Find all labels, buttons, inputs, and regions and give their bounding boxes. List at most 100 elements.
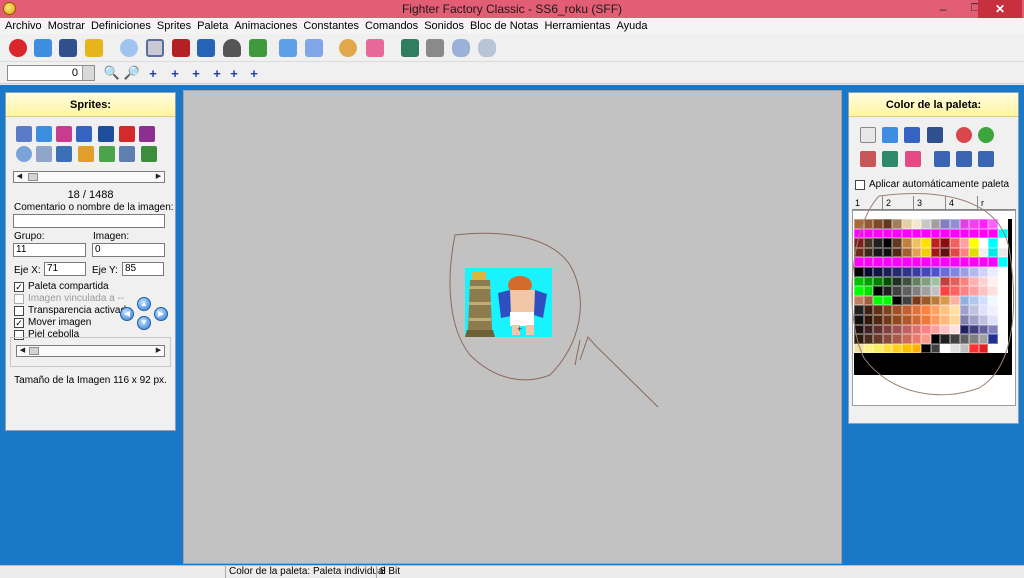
zoom-in-icon[interactable]: 🔍	[104, 65, 120, 81]
palette-icon[interactable]	[337, 37, 359, 59]
menu-ayuda[interactable]: Ayuda	[615, 20, 652, 32]
menu-sprites[interactable]: Sprites	[156, 20, 196, 32]
color-grid-icon[interactable]	[905, 151, 921, 167]
zoom-toolbar: 0 🔍 🔎 + + + + + +	[0, 62, 1024, 84]
menu-sonidos[interactable]: Sonidos	[423, 20, 469, 32]
shapes-icon[interactable]	[364, 37, 386, 59]
save-palette-icon[interactable]	[927, 127, 943, 143]
arrow-up-icon[interactable]: ▲	[137, 297, 151, 311]
cross-right-icon[interactable]: +	[209, 65, 225, 81]
menu-herramientas[interactable]: Herramientas	[543, 20, 615, 32]
zoom-spinner[interactable]	[82, 66, 94, 80]
window-title: Fighter Factory Classic - SS6_roku (SFF)	[401, 2, 623, 16]
swap-colors-icon[interactable]	[860, 151, 876, 167]
arrow-left-icon[interactable]: ◀	[120, 307, 134, 321]
undo-green-icon[interactable]	[141, 146, 157, 162]
search-icon[interactable]	[16, 146, 32, 162]
onion-scroll-left-icon[interactable]: ◀	[17, 346, 28, 356]
new-sprite-icon[interactable]	[16, 126, 32, 142]
minimize-button[interactable]: –	[930, 0, 956, 18]
gamepad-settings-icon[interactable]	[476, 37, 498, 59]
joystick-icon[interactable]	[221, 37, 243, 59]
replace-sprite-icon[interactable]	[98, 126, 114, 142]
onion-scroll-thumb[interactable]	[29, 347, 39, 355]
zoom-out-icon[interactable]: 🔎	[124, 65, 140, 81]
scroll-right-icon[interactable]: ▶	[153, 172, 164, 182]
delete-sprite-icon[interactable]	[119, 126, 135, 142]
gamepad-icon[interactable]	[450, 37, 472, 59]
image-size-text: Tamaño de la Imagen 116 x 92 px.	[14, 375, 167, 386]
open-palette-icon[interactable]	[882, 127, 898, 143]
open-folder-icon[interactable]	[32, 37, 54, 59]
lock-icon[interactable]	[83, 37, 105, 59]
onion-scroll-right-icon[interactable]: ▶	[153, 346, 164, 356]
arrow-right-icon[interactable]: ▶	[154, 307, 168, 321]
title-bar: Fighter Factory Classic - SS6_roku (SFF)…	[0, 0, 1024, 18]
close-file-icon[interactable]	[7, 37, 29, 59]
characters-icon[interactable]	[118, 37, 140, 59]
menu-archivo[interactable]: Archivo	[4, 20, 47, 32]
menu-bloc-de-notas[interactable]: Bloc de Notas	[469, 20, 543, 32]
sprite-view-icon[interactable]	[144, 37, 166, 59]
save-icon[interactable]	[57, 37, 79, 59]
scroll-thumb[interactable]	[28, 173, 38, 181]
eyedropper-icon[interactable]	[882, 151, 898, 167]
eraser-icon[interactable]	[99, 146, 115, 162]
transparency-checkbox[interactable]	[14, 306, 24, 316]
sprite-image[interactable]: +	[465, 268, 552, 337]
menu-paleta[interactable]: Paleta	[196, 20, 233, 32]
image-input[interactable]: 0	[92, 243, 165, 257]
edit-palette-icon[interactable]	[904, 127, 920, 143]
scroll-left-icon[interactable]: ◀	[14, 172, 25, 182]
tools-icon[interactable]	[424, 37, 446, 59]
cross-left-icon[interactable]: +	[167, 65, 183, 81]
undo-icon[interactable]	[956, 127, 972, 143]
new-palette-icon[interactable]	[860, 127, 876, 143]
cross-icon[interactable]: +	[145, 65, 161, 81]
menu-animaciones[interactable]: Animaciones	[233, 20, 302, 32]
menu-comandos[interactable]: Comandos	[364, 20, 423, 32]
pencil-icon[interactable]	[78, 146, 94, 162]
arrow-down-icon[interactable]: ▼	[137, 316, 151, 330]
menu-constantes[interactable]: Constantes	[302, 20, 364, 32]
axis-y-input[interactable]: 85	[122, 262, 164, 276]
bit-depth-status: 8 Bit	[376, 566, 436, 578]
move-image-checkbox[interactable]: ✓	[14, 318, 24, 328]
window-icon[interactable]	[195, 37, 217, 59]
shared-palette-label: Paleta compartida	[28, 281, 109, 292]
comment-input[interactable]	[13, 214, 165, 228]
axis-x-label: Eje X:	[14, 265, 41, 276]
open-sprite-icon[interactable]	[36, 126, 52, 142]
close-button[interactable]: ✕	[978, 0, 1022, 18]
text-picture-icon[interactable]	[277, 37, 299, 59]
palette-status: Color de la paleta: Paleta individual	[225, 566, 386, 578]
palette-copy-icon[interactable]	[956, 151, 972, 167]
animation-clapper-icon[interactable]	[170, 37, 192, 59]
sprite-index-scrollbar[interactable]: ◀ ▶	[13, 171, 165, 183]
fill-icon[interactable]	[119, 146, 135, 162]
axis-y-label: Eje Y:	[92, 265, 118, 276]
export-sprite-icon[interactable]	[139, 126, 155, 142]
axis-x-input[interactable]: 71	[44, 262, 86, 276]
shared-palette-checkbox[interactable]: ✓	[14, 282, 24, 292]
save-sprite-icon[interactable]	[56, 126, 72, 142]
html-icon[interactable]	[399, 37, 421, 59]
cross-center-icon[interactable]: +	[226, 65, 242, 81]
notepad-pen-icon[interactable]	[303, 37, 325, 59]
palette-annotation	[851, 193, 1015, 396]
onion-skin-scrollbar[interactable]: ◀ ▶	[16, 345, 165, 357]
image-label: Imagen:	[93, 231, 130, 242]
cross-corner-icon[interactable]: +	[246, 65, 262, 81]
edit-sprite-icon[interactable]	[76, 126, 92, 142]
refresh-icon[interactable]	[978, 127, 994, 143]
cross-bottom-icon[interactable]: +	[188, 65, 204, 81]
menu-definiciones[interactable]: Definiciones	[90, 20, 156, 32]
menu-mostrar[interactable]: Mostrar	[47, 20, 90, 32]
group-input[interactable]: 11	[13, 243, 86, 257]
rec-icon[interactable]	[56, 146, 72, 162]
crop-icon[interactable]	[36, 146, 52, 162]
palette-paste-icon[interactable]	[978, 151, 994, 167]
palette-import-icon[interactable]	[934, 151, 950, 167]
comment-label: Comentario o nombre de la imagen:	[14, 202, 174, 213]
music-note-icon[interactable]	[247, 37, 269, 59]
